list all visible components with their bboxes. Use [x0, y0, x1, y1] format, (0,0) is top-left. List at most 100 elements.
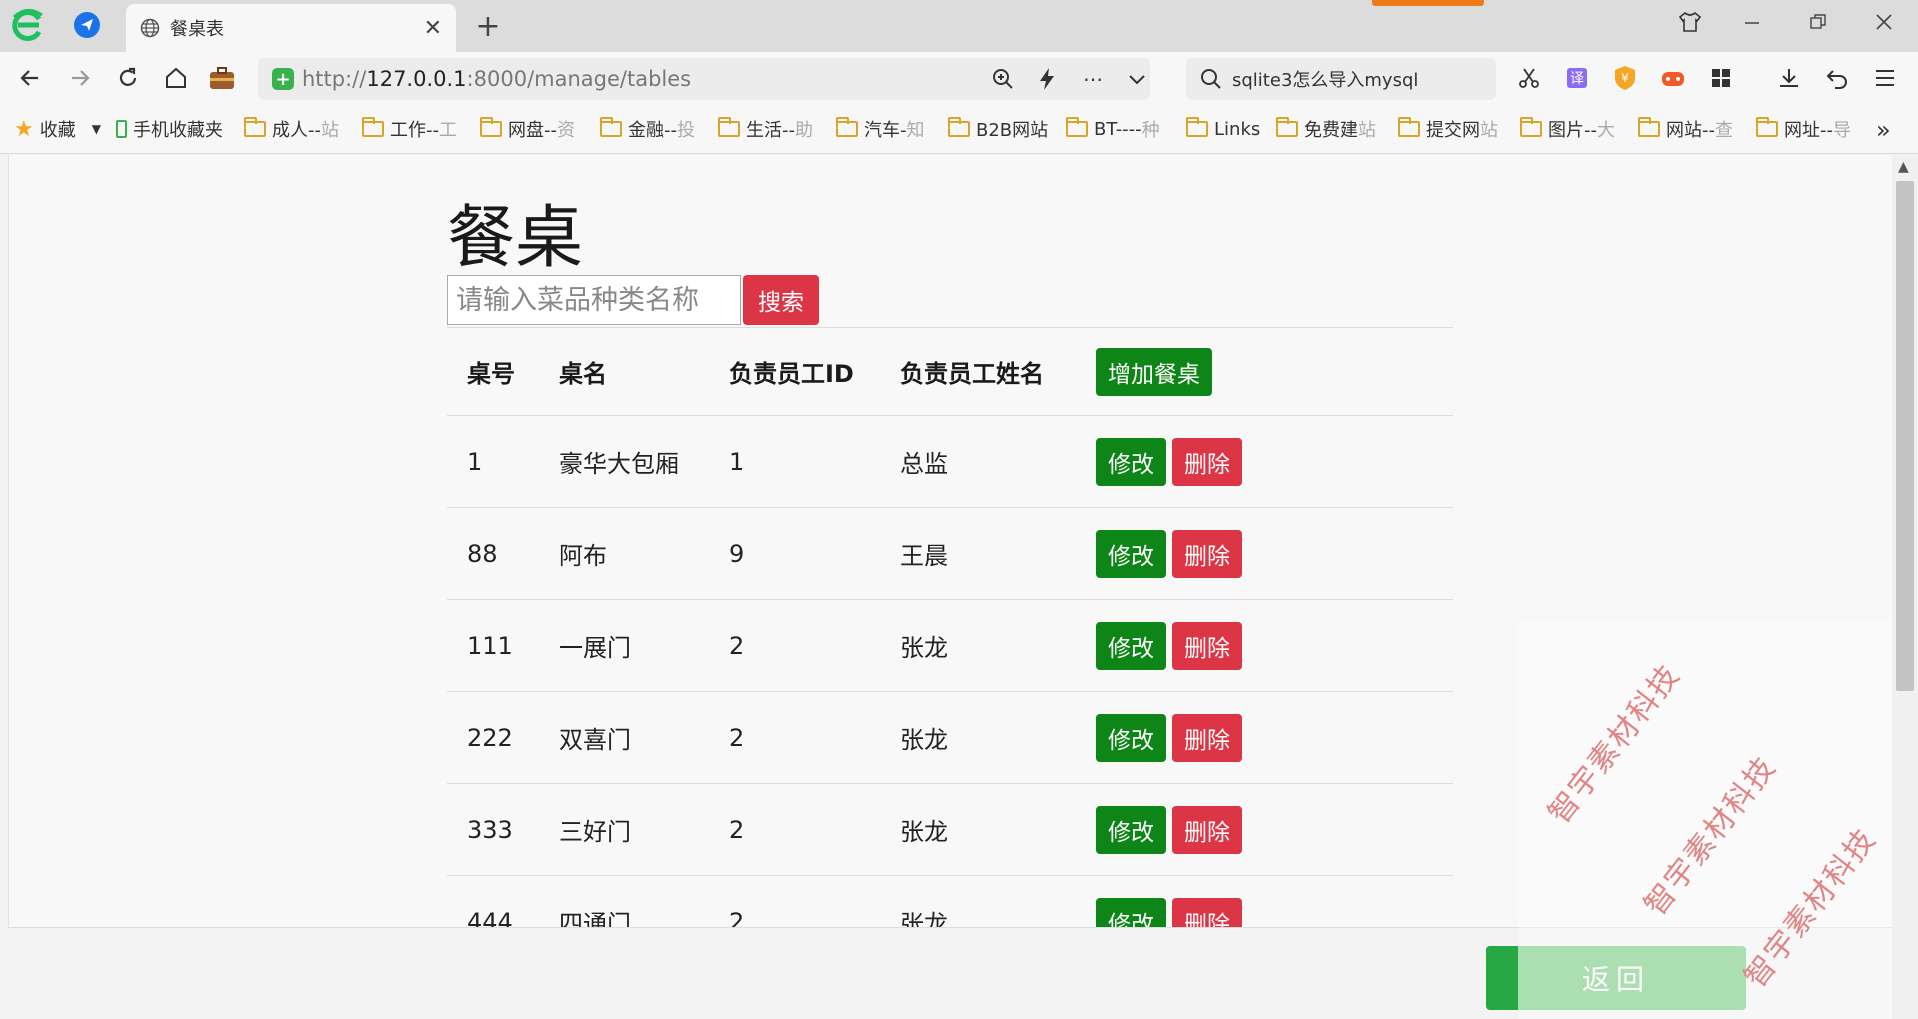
bookmark-folder[interactable]: 提交网站 — [1398, 116, 1504, 142]
bookmark-folder[interactable]: 成人-- 站 — [244, 116, 344, 142]
table-cell: 总监 — [880, 415, 1076, 508]
briefcase-icon[interactable] — [204, 60, 240, 96]
lightning-icon[interactable] — [1030, 63, 1064, 95]
table-cell: 1 — [709, 415, 880, 508]
notification-strip — [1372, 0, 1484, 6]
chevron-down-icon[interactable] — [1120, 63, 1154, 95]
vertical-scrollbar[interactable]: ▲ — [1892, 155, 1918, 1019]
close-window-icon[interactable] — [1862, 4, 1906, 40]
menu-icon[interactable] — [1868, 61, 1902, 95]
folder-icon — [244, 117, 266, 137]
close-tab-icon[interactable]: ✕ — [424, 16, 442, 41]
scroll-up-icon[interactable]: ▲ — [1898, 159, 1909, 175]
search-button[interactable]: 搜索 — [743, 275, 819, 325]
bookmark-mobile[interactable]: 手机收藏夹 — [116, 116, 223, 142]
address-bar[interactable]: + http://127.0.0.1:8000/manage/tables ⋯ — [258, 58, 1150, 100]
game-icon[interactable] — [1656, 61, 1690, 95]
download-icon[interactable] — [1772, 61, 1806, 95]
globe-icon — [140, 18, 160, 38]
tables-table: 桌号 桌名 负责员工ID 负责员工姓名 增加餐桌 1 豪华大包厢 1 总监 修改… — [447, 327, 1453, 927]
table-row: 333 三好门 2 张龙 修改 删除 — [447, 783, 1453, 876]
folder-icon — [836, 117, 858, 137]
phone-icon — [116, 120, 127, 138]
column-header: 负责员工ID — [709, 327, 880, 416]
back-arrow-icon[interactable] — [12, 60, 48, 96]
svg-text:¥: ¥ — [1621, 71, 1629, 85]
active-tab[interactable]: 餐桌表 ✕ — [126, 4, 456, 52]
bookmark-folder[interactable]: Links — [1186, 116, 1286, 142]
add-table-button[interactable]: 增加餐桌 — [1096, 347, 1212, 396]
delete-button[interactable]: 删除 — [1172, 621, 1242, 670]
bookmark-folder[interactable]: 生活-- 助 — [718, 116, 818, 142]
browser-search-box[interactable]: sqlite3怎么导入mysql — [1186, 58, 1496, 100]
table-cell: 1 — [447, 415, 539, 508]
folder-icon — [600, 117, 622, 137]
bookmark-folder[interactable]: BT---- 种 — [1066, 116, 1170, 142]
delete-button[interactable]: 删除 — [1172, 529, 1242, 578]
table-cell: 222 — [447, 691, 539, 784]
folder-icon — [718, 117, 740, 137]
edit-button[interactable]: 修改 — [1096, 713, 1166, 762]
table-cell: 张龙 — [880, 691, 1076, 784]
scissors-icon[interactable] — [1512, 61, 1546, 95]
edit-button[interactable]: 修改 — [1096, 897, 1166, 927]
tab-title: 餐桌表 — [170, 19, 224, 40]
url-text: http://127.0.0.1:8000/manage/tables — [302, 67, 692, 91]
zoom-icon[interactable] — [986, 63, 1020, 95]
edit-button[interactable]: 修改 — [1096, 529, 1166, 578]
browser-nav-bar: + http://127.0.0.1:8000/manage/tables ⋯ … — [0, 52, 1918, 104]
bookmark-folder[interactable]: 图片-- 大 — [1520, 116, 1622, 142]
table-row: 111 一展门 2 张龙 修改 删除 — [447, 599, 1453, 692]
forward-arrow-icon[interactable] — [62, 60, 98, 96]
table-cell: 三好门 — [539, 783, 709, 876]
new-tab-icon[interactable]: + — [470, 8, 506, 44]
coupon-shield-icon[interactable]: ¥ — [1608, 61, 1642, 95]
delete-button[interactable]: 删除 — [1172, 437, 1242, 486]
table-row: 222 双喜门 2 张龙 修改 删除 — [447, 691, 1453, 784]
page-title: 餐桌 — [447, 199, 584, 278]
bookmark-folder[interactable]: B2B网站 — [948, 116, 1060, 142]
bookmark-folder[interactable]: 网址-- 导 — [1756, 116, 1858, 142]
table-cell: 333 — [447, 783, 539, 876]
delete-button[interactable]: 删除 — [1172, 713, 1242, 762]
table-cell: 张龙 — [880, 875, 1076, 927]
bookmarks-bar: ★ 收藏 ▼ 手机收藏夹 成人-- 站 工作-- 工 网盘-- 资 金融-- 投 生活-… — [0, 104, 1918, 154]
browser-logo-icon[interactable] — [8, 6, 46, 44]
home-icon[interactable] — [158, 60, 194, 96]
translate-icon[interactable]: 译 — [1560, 61, 1594, 95]
table-row: 88 阿布 9 王晨 修改 删除 — [447, 507, 1453, 600]
restore-icon[interactable] — [1796, 4, 1840, 40]
reload-icon[interactable] — [110, 60, 146, 96]
apps-grid-icon[interactable] — [1704, 61, 1738, 95]
bookmark-folder[interactable]: 免费建站 — [1276, 116, 1382, 142]
table-cell: 2 — [709, 875, 880, 927]
edit-button[interactable]: 修改 — [1096, 805, 1166, 854]
edit-button[interactable]: 修改 — [1096, 621, 1166, 670]
bookmark-folder[interactable]: 网盘-- 资 — [480, 116, 580, 142]
bookmark-favorites[interactable]: ★ 收藏 ▼ — [14, 116, 101, 142]
table-cell: 豪华大包厢 — [539, 415, 709, 508]
table-cell: 双喜门 — [539, 691, 709, 784]
delete-button[interactable]: 删除 — [1172, 805, 1242, 854]
undo-icon[interactable] — [1820, 61, 1854, 95]
edit-button[interactable]: 修改 — [1096, 437, 1166, 486]
folder-icon — [948, 117, 970, 137]
category-search-input[interactable] — [447, 275, 741, 325]
delete-button[interactable]: 删除 — [1172, 897, 1242, 927]
security-shield-icon: + — [272, 68, 294, 90]
chevron-right-double-icon[interactable]: » — [1876, 116, 1891, 144]
table-cell: 四通门 — [539, 875, 709, 927]
chevron-down-icon[interactable]: ▼ — [92, 122, 101, 136]
table-cell: 张龙 — [880, 599, 1076, 692]
send-icon[interactable] — [68, 6, 106, 44]
row-actions: 修改 删除 — [1076, 415, 1453, 508]
minimize-icon[interactable] — [1730, 4, 1774, 40]
bookmark-folder[interactable]: 汽车- 知 — [836, 116, 936, 142]
skin-icon[interactable] — [1668, 4, 1712, 40]
bookmark-folder[interactable]: 金融-- 投 — [600, 116, 700, 142]
more-icon[interactable]: ⋯ — [1076, 63, 1110, 95]
bookmark-folder[interactable]: 网站-- 查 — [1638, 116, 1740, 142]
folder-icon — [1398, 117, 1420, 137]
bookmark-folder[interactable]: 工作-- 工 — [362, 116, 462, 142]
scrollbar-thumb[interactable] — [1896, 181, 1914, 691]
